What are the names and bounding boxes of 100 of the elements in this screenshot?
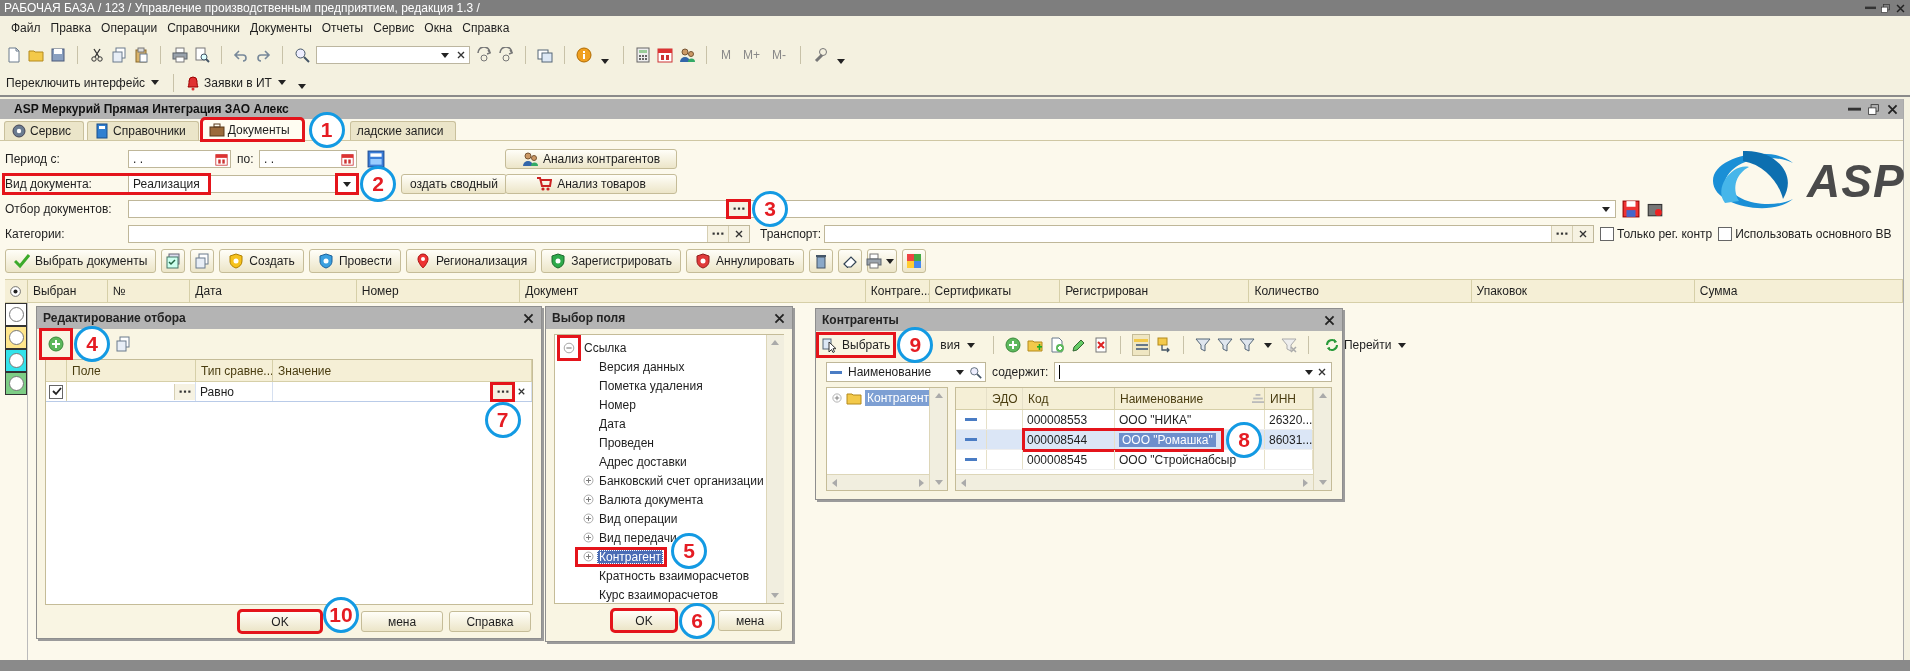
delete-icon[interactable] <box>1092 337 1109 353</box>
preview-icon[interactable] <box>194 47 210 63</box>
dialog-button[interactable]: OK <box>239 611 321 632</box>
tree-item[interactable]: Вид операции <box>597 511 680 526</box>
restore-icon[interactable] <box>1880 2 1891 14</box>
dialog-button[interactable]: мена <box>361 611 443 632</box>
menu-item[interactable]: Справочники <box>162 19 245 37</box>
caret-icon[interactable] <box>837 59 845 64</box>
dialog-button[interactable]: Справка <box>449 611 531 632</box>
find-previous-icon[interactable] <box>498 47 514 63</box>
tree-toggle-icon[interactable] <box>831 392 843 404</box>
document-type-select[interactable]: Реализация <box>128 175 337 193</box>
tree-item[interactable]: Адрес доставки <box>597 454 689 469</box>
column-header[interactable]: Выбран <box>27 280 108 302</box>
tab[interactable]: Справочники <box>87 121 199 140</box>
tree-item[interactable]: Валюта документа <box>597 492 706 507</box>
dialog-button[interactable]: OK <box>612 610 676 631</box>
search-icon[interactable] <box>294 47 310 63</box>
actions-menu[interactable]: вия <box>936 334 982 356</box>
table-row[interactable]: 000008545 ООО "Стройснабсыр <box>956 450 1314 470</box>
menu-item[interactable]: Правка <box>45 19 97 37</box>
find-next-icon[interactable] <box>476 47 492 63</box>
analysis-button[interactable]: Анализ контрагентов <box>505 149 677 169</box>
close-icon[interactable] <box>1895 2 1906 14</box>
caret-icon[interactable] <box>601 59 609 64</box>
date-field[interactable]: . . <box>128 150 231 168</box>
tree-toggle-icon[interactable] <box>581 550 595 563</box>
tree-item[interactable]: Кратность взаиморасчетов <box>597 568 752 583</box>
tree-item[interactable]: Банковский счет организации <box>597 473 766 488</box>
row-marker[interactable] <box>5 326 27 349</box>
copy-icon[interactable] <box>111 47 127 63</box>
vertical-scrollbar[interactable] <box>765 335 784 603</box>
vertical-scrollbar[interactable] <box>1313 388 1332 490</box>
calendar-icon[interactable] <box>215 152 228 166</box>
column-header[interactable]: Регистрирован <box>1060 280 1250 302</box>
transport-field[interactable] <box>824 225 1594 243</box>
choice-button[interactable] <box>492 383 513 400</box>
hierarchy-icon[interactable] <box>1155 337 1172 353</box>
document-add-icon[interactable] <box>1048 337 1065 353</box>
column-header[interactable]: Код <box>1023 388 1115 409</box>
filter-icon[interactable] <box>1238 337 1255 353</box>
tree-item[interactable]: Проведен <box>597 435 656 450</box>
column-header[interactable]: Сертификаты <box>929 280 1061 302</box>
select-button[interactable]: Выбрать <box>818 334 895 356</box>
column-header[interactable]: Упаковок <box>1471 280 1695 302</box>
close-icon[interactable] <box>1886 102 1899 116</box>
tab[interactable]: Документы <box>201 119 303 140</box>
menu-item[interactable]: Операции <box>96 19 163 37</box>
tree-item[interactable]: Номер <box>597 397 638 412</box>
tab[interactable]: ладские записи <box>349 121 457 140</box>
column-header[interactable]: Дата <box>190 280 357 302</box>
column-header[interactable]: Наименование <box>1115 388 1265 409</box>
calculator-icon[interactable] <box>635 47 651 63</box>
row-marker[interactable] <box>5 372 27 395</box>
add-button[interactable] <box>41 330 71 358</box>
calendar-icon[interactable] <box>341 152 354 166</box>
comparison-cell[interactable]: Равно <box>196 382 273 401</box>
add-icon[interactable] <box>1004 337 1021 353</box>
action-button[interactable]: Выбрать документы <box>5 249 157 273</box>
wrench-icon[interactable] <box>812 47 828 63</box>
tree-item[interactable]: Ссылка <box>582 340 629 355</box>
tree-item[interactable]: Версия данных <box>597 359 687 374</box>
tree-toggle-icon[interactable] <box>581 493 595 506</box>
calendar-icon[interactable] <box>657 47 673 63</box>
list-mode-button[interactable] <box>1131 334 1150 356</box>
column-header[interactable]: Поле <box>67 360 196 381</box>
clear-icon[interactable] <box>516 386 527 397</box>
cut-icon[interactable] <box>89 47 105 63</box>
action-button[interactable]: Регионализация <box>405 249 537 273</box>
tree-toggle[interactable] <box>559 336 579 359</box>
save-icon[interactable] <box>1622 200 1640 218</box>
choice-button[interactable] <box>728 201 749 217</box>
tree-toggle-icon[interactable] <box>581 531 595 544</box>
menu-item[interactable]: Сервис <box>368 19 420 37</box>
action-button[interactable]: Аннулировать <box>686 249 804 273</box>
tab[interactable]: Сервис <box>4 121 85 140</box>
checkbox[interactable] <box>1718 227 1733 241</box>
paste-icon[interactable] <box>133 47 149 63</box>
row-marker[interactable] <box>5 349 27 372</box>
search-field[interactable] <box>1054 362 1332 382</box>
menu-item[interactable]: Отчеты <box>316 19 369 37</box>
vertical-scrollbar[interactable] <box>929 388 947 490</box>
menu-item[interactable]: Документы <box>244 19 317 37</box>
print-menu[interactable] <box>866 249 897 273</box>
menu-item[interactable]: Справка <box>457 19 515 37</box>
tree-toggle-icon[interactable] <box>581 512 595 525</box>
column-header[interactable]: Номер <box>356 280 521 302</box>
categories-field[interactable] <box>128 225 750 243</box>
print-icon[interactable] <box>172 47 188 63</box>
tree-item[interactable]: Пометка удаления <box>597 378 705 393</box>
pencil-icon[interactable] <box>1070 337 1087 353</box>
redo-icon[interactable] <box>255 47 271 63</box>
select-all-button[interactable] <box>161 249 186 273</box>
switch-interface-menu[interactable]: Переключить интерфейс <box>4 75 165 90</box>
search-field-select[interactable]: Наименование <box>826 362 986 382</box>
column-header[interactable]: № <box>107 280 191 302</box>
row-marker[interactable] <box>5 303 27 326</box>
choice-button[interactable] <box>174 383 195 400</box>
checkbox[interactable] <box>49 384 63 399</box>
folder-add-icon[interactable] <box>1026 337 1043 353</box>
